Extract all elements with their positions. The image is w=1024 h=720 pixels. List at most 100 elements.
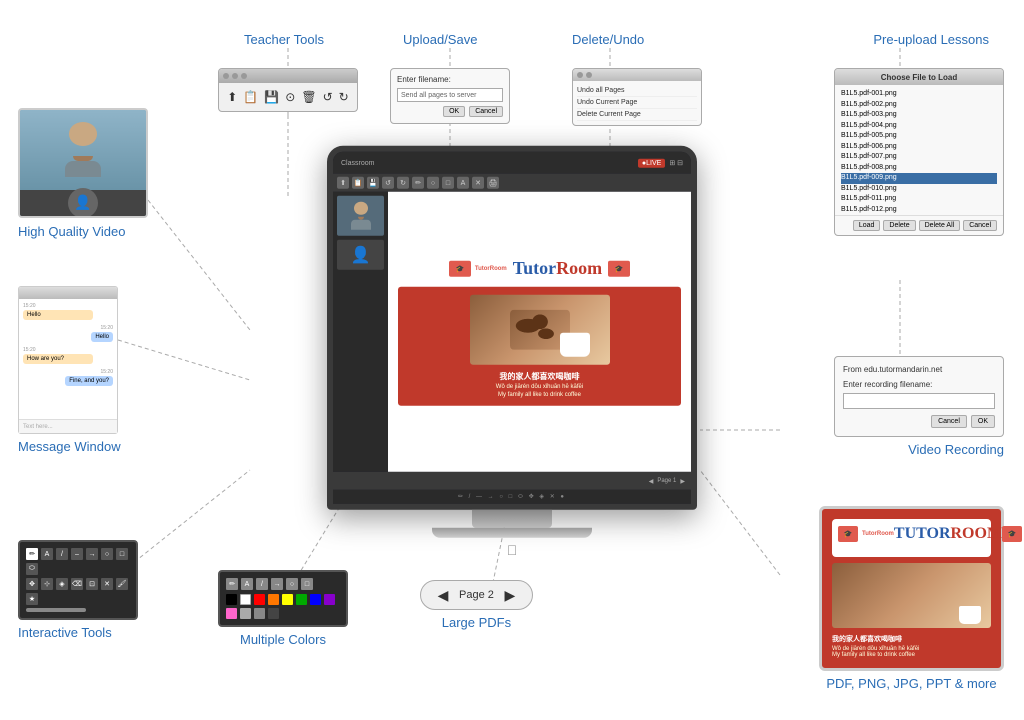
it-circle-icon[interactable]: ○: [101, 548, 113, 560]
pp-logo-icon-left: 🎓: [838, 526, 858, 542]
monitor-base: [432, 528, 592, 538]
mc-pencil-icon[interactable]: ✏: [226, 578, 238, 590]
it-move-icon[interactable]: ✥: [26, 578, 38, 590]
ub-placeholder: Send all pages to server: [401, 92, 477, 99]
mc-swatch-lightgray[interactable]: [240, 608, 251, 619]
it-star-icon[interactable]: ★: [26, 593, 38, 605]
it-delete-icon[interactable]: ✕: [101, 578, 113, 590]
mt-icon-9[interactable]: A: [457, 177, 469, 189]
tt-icon-undo[interactable]: ↺: [323, 90, 333, 104]
vr-filename-input[interactable]: [843, 393, 995, 409]
mc-swatch-purple[interactable]: [324, 594, 335, 605]
mc-square-icon[interactable]: □: [301, 578, 313, 590]
pp-coffee-image: [832, 563, 991, 628]
mc-swatch-orange[interactable]: [268, 594, 279, 605]
tt-icon-circle[interactable]: ⊙: [285, 90, 295, 104]
lp-prev-button[interactable]: ◀: [435, 587, 451, 603]
tt-icon-trash[interactable]: 🗑: [301, 90, 316, 104]
mt-icon-11[interactable]: 🖨: [487, 177, 499, 189]
mc-swatch-darkgray[interactable]: [268, 608, 279, 619]
mc-arrow-icon[interactable]: →: [271, 578, 283, 590]
mw-input[interactable]: Text here...: [19, 419, 117, 433]
hqv-box: 👤 High Quality Video: [18, 108, 148, 239]
label-delete-undo: Delete/Undo: [572, 32, 644, 47]
pu-load-button[interactable]: Load: [853, 220, 881, 231]
it-arrow-icon[interactable]: →: [86, 548, 98, 560]
mw-msg-1: 15:20 Hello: [23, 303, 113, 321]
mt-icon-5[interactable]: ↻: [397, 177, 409, 189]
pu-delete-button[interactable]: Delete: [883, 220, 915, 231]
mc-circle-icon[interactable]: ○: [286, 578, 298, 590]
ub-cancel-button[interactable]: Cancel: [469, 106, 503, 117]
nav-prev-icon[interactable]: ◀: [649, 477, 654, 484]
pu-cancel-button[interactable]: Cancel: [963, 220, 997, 231]
it-size-slider[interactable]: [26, 608, 86, 612]
tt-icon-clipboard[interactable]: 📋: [243, 90, 258, 104]
it-fill-icon[interactable]: ◈: [56, 578, 68, 590]
db-item-3[interactable]: Delete Current Page: [577, 109, 697, 121]
mc-line-icon[interactable]: /: [256, 578, 268, 590]
vr-ok-button[interactable]: OK: [971, 415, 995, 428]
pu-file-11[interactable]: B1L5.pdf-011.png: [841, 194, 997, 205]
pu-file-5[interactable]: B1L5.pdf-005.png: [841, 131, 997, 142]
mc-swatch-pink[interactable]: [226, 608, 237, 619]
pu-file-6[interactable]: B1L5.pdf-006.png: [841, 142, 997, 153]
pu-file-7[interactable]: B1L5.pdf-007.png: [841, 152, 997, 163]
mc-swatch-yellow[interactable]: [282, 594, 293, 605]
mw-time-1: 15:20: [23, 303, 113, 309]
pu-file-8[interactable]: B1L5.pdf-008.png: [841, 163, 997, 174]
mt-icon-1[interactable]: ⬆: [337, 177, 349, 189]
it-text-icon[interactable]: A: [41, 548, 53, 560]
it-paint-icon[interactable]: 🖌: [116, 578, 128, 590]
mt-icon-2[interactable]: 📋: [352, 177, 364, 189]
lesson-image-area: 我的家人都喜欢喝咖啡 Wǒ de jiārén dōu xǐhuān hē kā…: [398, 287, 681, 406]
large-pdfs-label: Large PDFs: [420, 615, 533, 630]
mt-icon-8[interactable]: □: [442, 177, 454, 189]
it-pencil-icon[interactable]: ✏: [26, 548, 38, 560]
pu-file-9[interactable]: B1L5.pdf-009.png: [841, 173, 997, 184]
tt-icon-save[interactable]: 💾: [264, 90, 279, 104]
monitor-bottom-bar: ◀ Page 1 ▶: [333, 472, 691, 490]
it-select-icon[interactable]: ⊡: [86, 578, 98, 590]
pp-window: 🎓 TutorRoom TUTORROOM 🎓 我的家人都喜欢喝咖啡 Wǒ de…: [819, 506, 1004, 671]
monitor-wrap: Classroom ●LIVE ⊞ ⊟ ⬆ 📋 💾 ↺ ↻ ✏ ○ □ A ✕ …: [327, 146, 697, 558]
ub-ok-button[interactable]: OK: [443, 106, 465, 117]
mc-swatch-gray[interactable]: [254, 608, 265, 619]
pu-file-4[interactable]: B1L5.pdf-004.png: [841, 121, 997, 132]
tt-icon-redo[interactable]: ↻: [339, 90, 349, 104]
mc-text-icon[interactable]: A: [241, 578, 253, 590]
mc-swatch-blue[interactable]: [310, 594, 321, 605]
lp-next-button[interactable]: ▶: [502, 587, 518, 603]
db-item-1[interactable]: Undo all Pages: [577, 85, 697, 97]
ub-input[interactable]: Send all pages to server: [397, 88, 503, 102]
mt-icon-4[interactable]: ↺: [382, 177, 394, 189]
it-crop-icon[interactable]: ⊹: [41, 578, 53, 590]
lp-window: ◀ Page 2 ▶: [420, 580, 533, 610]
pu-file-2[interactable]: B1L5.pdf-002.png: [841, 100, 997, 111]
sidebar-body: [351, 220, 371, 230]
mt-icon-10[interactable]: ✕: [472, 177, 484, 189]
mt-icon-3[interactable]: 💾: [367, 177, 379, 189]
tt-icon-upload[interactable]: ⬆: [227, 90, 237, 104]
hqv-avatar: 👤: [68, 188, 98, 218]
it-dash-icon[interactable]: –: [71, 548, 83, 560]
mt-icon-6[interactable]: ✏: [412, 177, 424, 189]
pu-file-12[interactable]: B1L5.pdf-012.png: [841, 205, 997, 216]
mc-swatch-red[interactable]: [254, 594, 265, 605]
tt-dot: [223, 73, 229, 79]
vr-cancel-button[interactable]: Cancel: [931, 415, 967, 428]
mc-swatch-green[interactable]: [296, 594, 307, 605]
mc-swatch-white[interactable]: [240, 594, 251, 605]
it-eraser-icon[interactable]: ⌫: [71, 578, 83, 590]
pu-file-1[interactable]: B1L5.pdf-001.png: [841, 89, 997, 100]
nav-next-icon[interactable]: ▶: [680, 477, 685, 484]
mt-icon-7[interactable]: ○: [427, 177, 439, 189]
pu-delete-all-button[interactable]: Delete All: [919, 220, 961, 231]
it-line-icon[interactable]: /: [56, 548, 68, 560]
it-ellipse-icon[interactable]: ⬭: [26, 563, 38, 575]
db-item-2[interactable]: Undo Current Page: [577, 97, 697, 109]
mc-swatch-black[interactable]: [226, 594, 237, 605]
pu-file-10[interactable]: B1L5.pdf-010.png: [841, 184, 997, 195]
pu-file-3[interactable]: B1L5.pdf-003.png: [841, 110, 997, 121]
it-square-icon[interactable]: □: [116, 548, 128, 560]
